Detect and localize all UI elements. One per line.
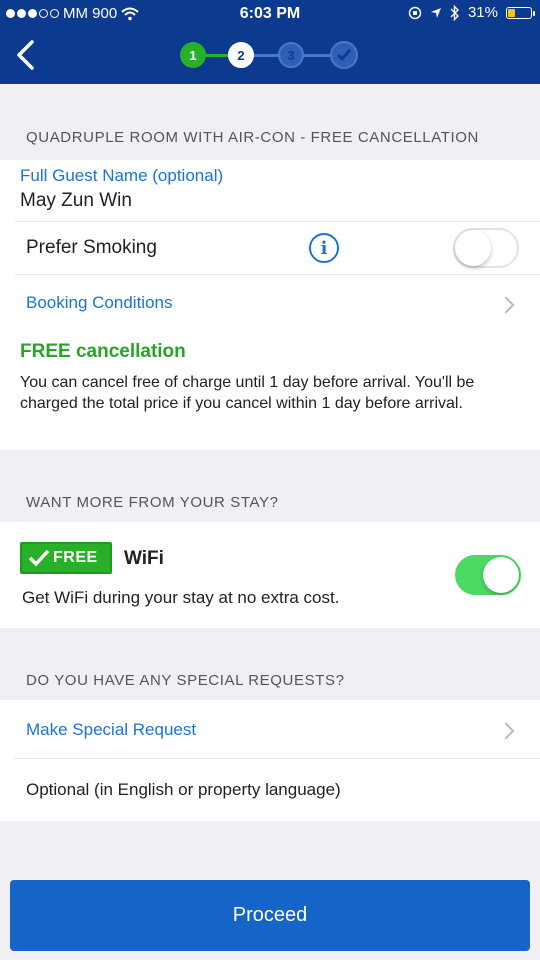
requests-card: Make Special Request Optional (in Englis… [0,700,540,821]
status-bar: MM 900 6:03 PM 31% [0,0,540,28]
step-2: 2 [228,42,254,68]
battery-percent: 31% [467,4,498,21]
free-badge-label: FREE [53,549,98,566]
guest-name-label: Full Guest Name (optional) [20,166,224,185]
smoking-toggle[interactable] [453,228,519,268]
battery-icon [506,6,535,19]
orientation-lock-icon [408,6,422,19]
location-icon [430,7,441,18]
step-1: 1 [180,42,206,68]
extras-section-title: WANT MORE FROM YOUR STAY? [26,494,279,511]
wifi-label: WiFi [124,548,164,569]
back-button[interactable] [12,38,40,72]
chevron-right-icon [497,296,515,314]
progress-steps: 1 2 3 [180,40,360,70]
chevron-right-icon [497,722,515,740]
room-card: Full Guest Name (optional) May Zun Win P… [0,160,540,450]
wifi-toggle[interactable] [455,555,521,595]
step-3: 3 [278,42,304,68]
divider [14,221,540,222]
wifi-description: Get WiFi during your stay at no extra co… [22,588,340,607]
booking-conditions-row[interactable]: Booking Conditions [0,275,540,333]
bluetooth-icon [450,4,459,21]
prefer-smoking-label: Prefer Smoking [26,237,157,258]
room-section-title: QUADRUPLE ROOM WITH AIR-CON - FREE CANCE… [26,129,479,146]
proceed-button[interactable]: Proceed [10,880,530,951]
app-header: MM 900 6:03 PM 31% 1 2 3 [0,0,540,84]
status-right: 31% [408,4,535,21]
divider [14,758,540,759]
free-cancellation-text: You can cancel free of charge until 1 da… [20,374,475,412]
step-check-icon [330,41,358,69]
make-special-request-link[interactable]: Make Special Request [26,720,196,740]
free-badge: FREE [20,542,112,574]
requests-section-title: DO YOU HAVE ANY SPECIAL REQUESTS? [26,672,345,689]
guest-name-value[interactable]: May Zun Win [20,190,132,212]
special-request-input[interactable]: Optional (in English or property languag… [26,780,341,800]
wifi-card: FREE WiFi Get WiFi during your stay at n… [0,522,540,628]
booking-conditions-link[interactable]: Booking Conditions [26,293,172,313]
free-cancellation-title: FREE cancellation [20,341,186,362]
make-special-request-row[interactable]: Make Special Request [0,700,540,758]
chevron-left-icon [17,40,34,70]
checkmark-icon [28,549,50,567]
guest-name-field[interactable]: Full Guest Name (optional) May Zun Win [0,160,540,220]
info-icon[interactable]: i [309,233,339,263]
